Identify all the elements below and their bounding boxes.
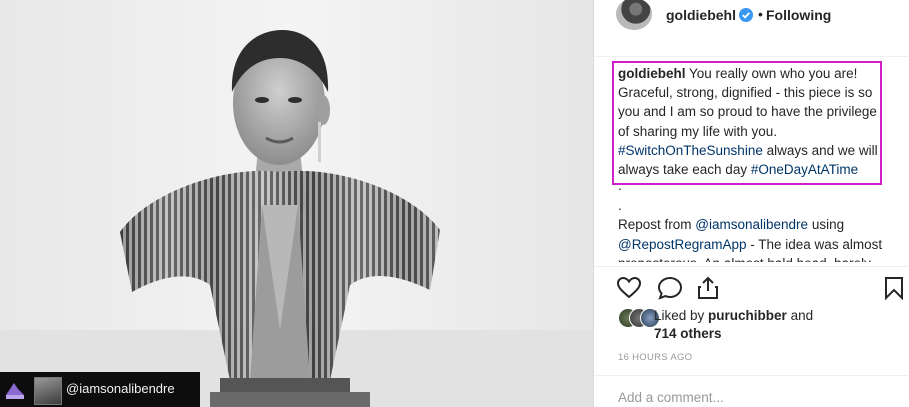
heart-icon[interactable] (616, 276, 642, 300)
person-tag-icon[interactable] (4, 377, 26, 401)
action-bar (594, 276, 909, 302)
header-username[interactable]: goldiebehl (666, 7, 736, 23)
actions-divider (594, 266, 909, 267)
comment-divider (594, 375, 909, 376)
likes-summary: Liked by puruchibber and 714 others (654, 307, 864, 343)
post-timestamp[interactable]: 16 HOURS AGO (618, 352, 692, 363)
comment-input[interactable]: Add a comment... (618, 390, 724, 405)
header-separator: • (758, 6, 763, 22)
repost-text-1: Repost from (618, 217, 696, 233)
avatar[interactable] (616, 0, 652, 30)
caption-dot: . (618, 197, 622, 213)
post-photo[interactable]: @iamsonalibendre (0, 0, 593, 407)
likes-and: and (786, 308, 814, 323)
repost-caption: . . Repost from @iamsonalibendre using @… (618, 176, 890, 262)
verified-badge-icon (739, 8, 753, 22)
post-header: goldiebehl • Following (594, 0, 909, 30)
comment-icon[interactable] (657, 276, 683, 300)
follow-status-button[interactable]: Following (766, 7, 831, 23)
highlight-box (612, 61, 882, 185)
liked-by-user[interactable]: puruchibber (708, 308, 787, 323)
portrait-illustration (0, 0, 593, 407)
tag-username[interactable]: @iamsonalibendre (66, 381, 175, 396)
likes-count[interactable]: 714 others (654, 326, 722, 341)
likes-prefix: Liked by (654, 308, 709, 323)
tag-avatar (34, 377, 62, 405)
repost-text-2: using (808, 217, 845, 233)
mention-link[interactable]: @iamsonalibendre (695, 217, 808, 232)
bookmark-icon[interactable] (884, 276, 904, 300)
header-divider (594, 56, 909, 57)
mention-link[interactable]: @RepostRegramApp (618, 237, 747, 252)
share-icon[interactable] (696, 276, 720, 300)
